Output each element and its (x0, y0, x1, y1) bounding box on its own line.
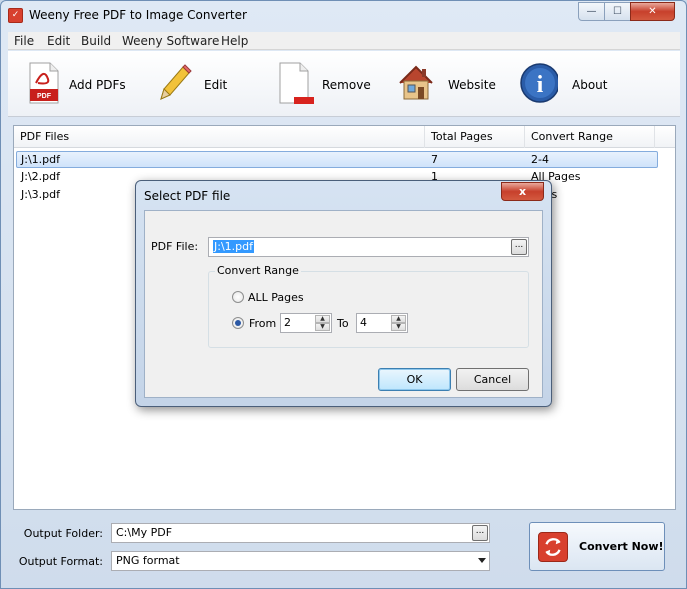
to-down-icon[interactable]: ▼ (391, 323, 406, 331)
col-total-pages[interactable]: Total Pages (425, 126, 525, 148)
menu-help[interactable]: Help (221, 34, 248, 48)
pdf-file-input[interactable]: J:\1.pdf ... (208, 237, 529, 257)
from-page-stepper[interactable]: 2 ▲ ▼ (280, 313, 332, 333)
output-folder-field[interactable]: C:\My PDF ... (111, 523, 490, 543)
about-button[interactable]: i About (518, 61, 608, 107)
to-spin-buttons: ▲ ▼ (391, 315, 406, 331)
edit-label: Edit (204, 78, 228, 92)
remove-label: Remove (322, 78, 371, 92)
to-page-stepper[interactable]: 4 ▲ ▼ (356, 313, 408, 333)
from-label: From (249, 317, 277, 330)
all-pages-label: ALL Pages (248, 291, 304, 304)
output-folder-label: Output Folder: (23, 527, 103, 540)
col-convert-range[interactable]: Convert Range (525, 126, 655, 148)
row-file: J:\3.pdf (21, 188, 60, 201)
convert-icon (538, 532, 568, 562)
remove-button[interactable]: Remove (276, 61, 376, 107)
convert-range-title: Convert Range (215, 264, 301, 277)
house-icon (399, 65, 433, 100)
close-window-button[interactable]: ✕ (630, 2, 675, 21)
convert-range-group: Convert Range ALL Pages From 2 ▲ ▼ To 4 … (208, 264, 529, 348)
from-down-icon[interactable]: ▼ (315, 323, 330, 331)
row-range: 2-4 (531, 153, 549, 166)
from-spin-buttons: ▲ ▼ (315, 315, 330, 331)
chevron-down-icon (478, 558, 486, 563)
title-bar: ✓ Weeny Free PDF to Image Converter — ☐ … (1, 1, 686, 31)
menu-build[interactable]: Build (81, 34, 111, 48)
menu-file[interactable]: File (14, 34, 34, 48)
menu-weeny-software[interactable]: Weeny Software (122, 34, 219, 48)
dialog-title: Select PDF file (144, 189, 231, 203)
row-pages: 7 (431, 153, 438, 166)
browse-pdf-button[interactable]: ... (511, 239, 527, 255)
select-pdf-dialog: Select PDF file x PDF File: J:\1.pdf ...… (135, 180, 552, 407)
output-folder-value: C:\My PDF (116, 526, 173, 539)
maximize-button[interactable]: ☐ (604, 2, 631, 21)
website-button[interactable]: Website (396, 61, 496, 107)
window-title: Weeny Free PDF to Image Converter (29, 8, 247, 22)
svg-text:i: i (537, 72, 544, 98)
add-pdfs-button[interactable]: PDF Add PDFs (24, 61, 126, 107)
info-icon: i (520, 63, 558, 103)
output-format-value: PNG format (116, 554, 180, 567)
pdf-file-icon: PDF (29, 62, 59, 104)
browse-folder-button[interactable]: ... (472, 525, 488, 541)
list-header: PDF Files Total Pages Convert Range (14, 126, 675, 148)
remove-file-icon (279, 62, 314, 104)
menu-edit[interactable]: Edit (47, 34, 70, 48)
convert-now-label: Convert Now! (579, 540, 664, 553)
add-pdfs-label: Add PDFs (69, 78, 126, 92)
website-label: Website (448, 78, 496, 92)
all-pages-radio[interactable] (232, 291, 244, 303)
dialog-body: PDF File: J:\1.pdf ... Convert Range ALL… (144, 210, 543, 398)
from-page-value: 2 (284, 316, 291, 329)
to-page-value: 4 (360, 316, 367, 329)
output-format-label: Output Format: (18, 555, 103, 568)
row-file: J:\2.pdf (21, 170, 60, 183)
cancel-button[interactable]: Cancel (456, 368, 529, 391)
to-up-icon[interactable]: ▲ (391, 315, 406, 323)
output-format-select[interactable]: PNG format (111, 551, 490, 571)
from-up-icon[interactable]: ▲ (315, 315, 330, 323)
app-icon: ✓ (8, 8, 23, 23)
toolbar: PDF Add PDFs Edit Remove Website i About (8, 51, 680, 117)
menu-bar: File Edit Build Weeny Software Help (8, 32, 680, 50)
minimize-button[interactable]: — (578, 2, 605, 21)
page-range-radio[interactable] (232, 317, 244, 329)
svg-text:PDF: PDF (37, 93, 52, 100)
pencil-icon (160, 64, 192, 100)
row-file: J:\1.pdf (21, 153, 60, 166)
pdf-file-value: J:\1.pdf (213, 240, 254, 253)
pdf-file-label: PDF File: (151, 240, 199, 253)
table-row[interactable]: J:\1.pdf 7 2-4 (16, 151, 658, 168)
col-pdf-files[interactable]: PDF Files (14, 126, 425, 148)
convert-now-button[interactable]: Convert Now! (529, 522, 665, 571)
dialog-close-button[interactable]: x (501, 182, 544, 201)
about-label: About (572, 78, 608, 92)
edit-button[interactable]: Edit (153, 61, 233, 107)
to-label: To (337, 317, 349, 330)
ok-button[interactable]: OK (378, 368, 451, 391)
